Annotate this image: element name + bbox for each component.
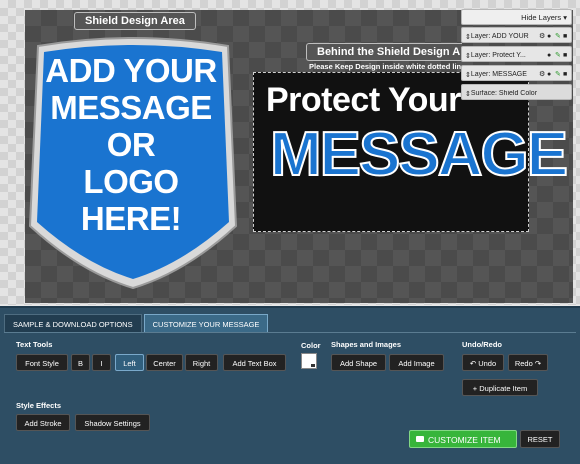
layer-label: Layer: MESSAGE — [470, 71, 527, 78]
align-right-button[interactable]: Right — [185, 354, 218, 371]
shield-text-line: HERE! — [80, 200, 182, 237]
align-left-button[interactable]: Left — [115, 354, 144, 371]
lock-icon[interactable]: ● — [547, 71, 553, 78]
delete-icon[interactable]: ■ — [563, 33, 569, 40]
font-style-button[interactable]: Font Style — [16, 354, 68, 371]
delete-icon[interactable]: ■ — [563, 52, 569, 59]
layer-label: Layer: Protect Y... — [470, 52, 526, 59]
redo-icon: ↷ — [534, 359, 542, 368]
shield-text-line: ADD YOUR — [45, 52, 217, 89]
tab-customize-message[interactable]: CUSTOMIZE YOUR MESSAGE — [143, 314, 269, 332]
layer-row-surface[interactable]: ⇕ Surface: Shield Color — [461, 84, 572, 100]
layer-row-message[interactable]: ⇕ Layer: MESSAGE ⚙ ● ✎ ■ — [461, 65, 572, 81]
add-stroke-button[interactable]: Add Stroke — [16, 414, 70, 431]
add-text-box-button[interactable]: Add Text Box — [223, 354, 286, 371]
lock-icon[interactable]: ● — [547, 33, 553, 40]
hide-layers-label: Hide Layers — [521, 13, 562, 22]
shield-message-text[interactable]: ADD YOUR MESSAGE OR LOGO HERE! — [40, 52, 222, 237]
shield-text-line: MESSAGE — [50, 89, 212, 126]
layer-label: Layer: ADD YOUR — [470, 33, 529, 40]
shapes-images-label: Shapes and Images — [331, 340, 402, 349]
surface-label: Surface: Shield Color — [470, 90, 538, 97]
behind-area-note: Please Keep Design inside white dotted l… — [309, 62, 462, 71]
bold-button[interactable]: B — [71, 354, 90, 371]
shadow-settings-button[interactable]: Shadow Settings — [75, 414, 150, 431]
undo-label: Undo — [478, 359, 497, 368]
undo-icon: ↶ — [469, 359, 477, 368]
chevron-down-icon: ▾ — [563, 13, 567, 22]
edit-icon[interactable]: ✎ — [555, 71, 561, 78]
layer-row-add-your[interactable]: ⇕ Layer: ADD YOUR ⚙ ● ✎ ■ — [461, 27, 572, 43]
color-picker-swatch[interactable] — [301, 353, 317, 369]
shield-text-line: OR — [106, 126, 156, 163]
text-tools-label: Text Tools — [16, 340, 53, 349]
banner-text-protect[interactable]: Protect Your — [266, 81, 461, 120]
italic-button[interactable]: I — [92, 354, 111, 371]
tab-sample-download[interactable]: SAMPLE & DOWNLOAD OPTIONS — [4, 314, 142, 332]
layers-panel: Hide Layers ▾ ⇕ Layer: ADD YOUR ⚙ ● ✎ ■ … — [461, 9, 572, 103]
undo-button[interactable]: ↶ Undo — [462, 354, 504, 371]
tab-bar: SAMPLE & DOWNLOAD OPTIONS CUSTOMIZE YOUR… — [4, 314, 270, 332]
duplicate-item-label: Duplicate Item — [479, 384, 528, 393]
banner-text-message[interactable]: MESSAGE — [269, 119, 569, 190]
tab-divider — [4, 332, 576, 333]
color-label: Color — [301, 341, 321, 350]
delete-icon[interactable]: ■ — [563, 71, 569, 78]
customize-item-button[interactable]: CUSTOMIZE ITEM — [409, 430, 517, 448]
plus-icon: + — [472, 384, 478, 393]
style-effects-label: Style Effects — [16, 401, 62, 410]
duplicate-item-button[interactable]: + Duplicate Item — [462, 379, 538, 396]
layer-row-protect-your[interactable]: ⇕ Layer: Protect Y... ● ✎ ■ — [461, 46, 572, 62]
add-image-button[interactable]: Add Image — [389, 354, 444, 371]
behind-area-label: Behind the Shield Design Area — [306, 43, 462, 61]
camera-icon — [416, 436, 424, 442]
gear-icon[interactable]: ⚙ — [539, 71, 545, 78]
add-shape-button[interactable]: Add Shape — [331, 354, 386, 371]
redo-button[interactable]: Redo ↷ — [508, 354, 548, 371]
shield-area-label: Shield Design Area — [74, 12, 196, 30]
shield-text-line: LOGO — [83, 163, 179, 200]
gear-icon[interactable]: ⚙ — [539, 33, 545, 40]
edit-icon[interactable]: ✎ — [555, 33, 561, 40]
align-center-button[interactable]: Center — [146, 354, 183, 371]
design-stage: Shield Design Area ADD YOUR MESSAGE OR L… — [0, 0, 580, 305]
reset-button[interactable]: RESET — [520, 430, 560, 448]
edit-icon[interactable]: ✎ — [555, 52, 561, 59]
hide-layers-toggle[interactable]: Hide Layers ▾ — [461, 9, 572, 25]
lock-icon[interactable]: ● — [547, 52, 553, 59]
redo-label: Redo — [514, 359, 533, 368]
undo-redo-label: Undo/Redo — [462, 340, 502, 349]
customize-item-label: CUSTOMIZE ITEM — [428, 435, 501, 445]
